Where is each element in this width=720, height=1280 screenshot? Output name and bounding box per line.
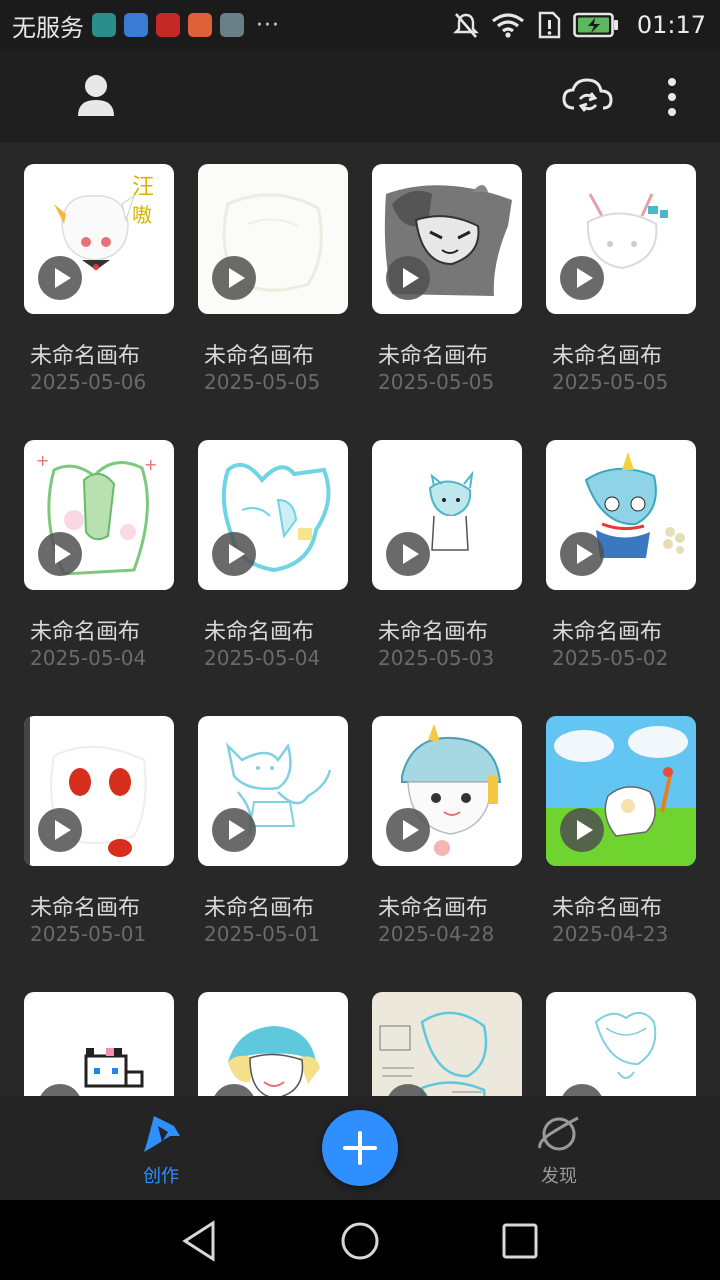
canvas-drawing: [594, 1011, 657, 1079]
canvas-thumbnail[interactable]: [546, 164, 696, 314]
canvas-date: 2025-05-02: [552, 646, 669, 670]
huawei-app-icon: [156, 13, 180, 37]
play-icon[interactable]: [386, 532, 430, 576]
carrier-label: 无服务: [12, 13, 84, 42]
svg-text:+: +: [144, 455, 157, 474]
canvas-thumbnail[interactable]: [372, 164, 522, 314]
tab-discover-label: 发现: [541, 1166, 577, 1187]
canvas-thumbnail[interactable]: [372, 992, 522, 1096]
play-icon[interactable]: [386, 256, 430, 300]
play-icon[interactable]: [212, 808, 256, 852]
planet-icon: [538, 1116, 579, 1151]
health-app-icon: [124, 13, 148, 37]
home-icon: [341, 1222, 379, 1260]
canvas-date: 2025-04-23: [552, 922, 669, 946]
canvas-date: 2025-05-04: [204, 646, 321, 670]
status-bar-right: 01:17: [452, 0, 706, 50]
canvas-grid[interactable]: 汪 嗷 未命名画布 2025-05-06 未命名画布 2025-05-05 未命…: [0, 142, 720, 1096]
canvas-thumbnail[interactable]: 汪 嗷: [24, 164, 174, 314]
canvas-thumbnail[interactable]: [546, 992, 696, 1096]
canvas-title: 未命名画布: [552, 344, 663, 369]
canvas-thumbnail[interactable]: + +: [24, 440, 174, 590]
cloud-sync-button[interactable]: [560, 74, 616, 120]
canvas-date: 2025-05-01: [204, 922, 321, 946]
canvas-date: 2025-04-28: [378, 922, 495, 946]
back-button[interactable]: [175, 1216, 225, 1266]
system-navigation-bar: [0, 1200, 720, 1280]
canvas-thumbnail[interactable]: [198, 440, 348, 590]
gallery-app-icon: [220, 13, 244, 37]
canvas-title: 未命名画布: [378, 344, 489, 369]
tab-discover[interactable]: 发现: [499, 1096, 619, 1200]
svg-text:+: +: [36, 451, 49, 470]
more-options-button[interactable]: [660, 74, 684, 120]
recents-button[interactable]: [495, 1216, 545, 1266]
mute-icon: [452, 13, 479, 38]
play-icon[interactable]: [560, 256, 604, 300]
back-icon: [182, 1220, 215, 1262]
canvas-thumbnail[interactable]: [198, 164, 348, 314]
canvas-drawing: [379, 1011, 488, 1096]
moon-app-icon: [92, 13, 116, 37]
play-icon[interactable]: [38, 532, 82, 576]
notification-overflow: ···: [256, 12, 280, 38]
canvas-title: 未命名画布: [30, 896, 141, 921]
more-vertical-icon: [668, 78, 676, 116]
user-icon: [78, 75, 114, 116]
play-icon[interactable]: [38, 256, 82, 300]
canvas-date: 2025-05-05: [552, 370, 669, 394]
canvas-date: 2025-05-04: [30, 646, 147, 670]
play-icon[interactable]: [560, 532, 604, 576]
top-toolbar: [0, 50, 720, 142]
cloud-sync-icon: [562, 78, 613, 112]
canvas-date: 2025-05-03: [378, 646, 495, 670]
canvas-title: 未命名画布: [204, 620, 315, 645]
sim-alert-icon: [538, 11, 561, 39]
canvas-title: 未命名画布: [552, 620, 663, 645]
canvas-thumbnail[interactable]: [372, 716, 522, 866]
screen-recorder-icon: [188, 13, 212, 37]
canvas-title: 未命名画布: [378, 896, 489, 921]
status-bar: 无服务 ··· 01:17: [0, 0, 720, 50]
canvas-drawing: [228, 1026, 320, 1096]
bottom-navigation: 创作 发现: [0, 1096, 720, 1200]
canvas-date: 2025-05-05: [204, 370, 321, 394]
status-bar-left: 无服务 ···: [12, 0, 280, 50]
profile-button[interactable]: [74, 72, 118, 120]
new-canvas-button[interactable]: [322, 1110, 398, 1186]
canvas-thumbnail[interactable]: [24, 716, 174, 866]
canvas-title: 未命名画布: [30, 344, 141, 369]
recents-icon: [502, 1223, 538, 1259]
battery-charging-icon: [573, 12, 618, 38]
play-icon[interactable]: [560, 808, 604, 852]
wifi-icon: [491, 13, 524, 38]
play-icon[interactable]: [212, 532, 256, 576]
canvas-thumbnail[interactable]: [546, 716, 696, 866]
canvas-title: 未命名画布: [204, 344, 315, 369]
tab-create[interactable]: 创作: [101, 1096, 221, 1200]
tab-create-label: 创作: [143, 1166, 179, 1187]
canvas-date: 2025-05-01: [30, 922, 147, 946]
canvas-thumbnail[interactable]: [24, 992, 174, 1096]
svg-text:汪: 汪: [132, 175, 154, 200]
play-icon[interactable]: [212, 256, 256, 300]
play-icon[interactable]: [386, 808, 430, 852]
play-icon[interactable]: [38, 808, 82, 852]
canvas-thumbnail[interactable]: [198, 716, 348, 866]
canvas-title: 未命名画布: [30, 620, 141, 645]
canvas-drawing: [84, 1048, 144, 1088]
brush-icon: [144, 1116, 180, 1152]
canvas-title: 未命名画布: [552, 896, 663, 921]
canvas-thumbnail[interactable]: [372, 440, 522, 590]
svg-text:嗷: 嗷: [132, 203, 152, 227]
canvas-title: 未命名画布: [204, 896, 315, 921]
home-button[interactable]: [335, 1216, 385, 1266]
clock: 01:17: [636, 11, 706, 39]
canvas-thumbnail[interactable]: [546, 440, 696, 590]
canvas-date: 2025-05-06: [30, 370, 147, 394]
canvas-date: 2025-05-05: [378, 370, 495, 394]
canvas-title: 未命名画布: [378, 620, 489, 645]
canvas-thumbnail[interactable]: [198, 992, 348, 1096]
